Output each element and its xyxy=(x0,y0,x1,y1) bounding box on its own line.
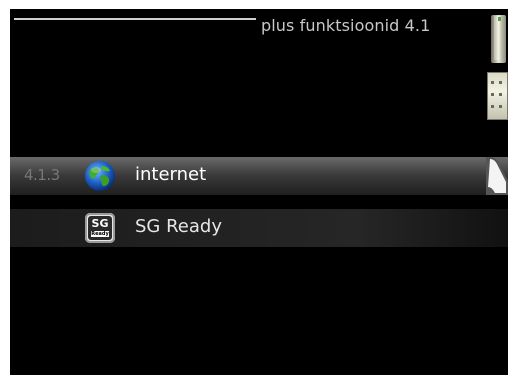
menu-item-internet[interactable]: 4.1.3 internet xyxy=(10,157,508,195)
display-screen: plus funktsioonid 4.1 4.1.3 internet SG … xyxy=(10,9,508,375)
sg-ready-icon-subtext: Ready xyxy=(91,231,109,237)
menu-item-number: 4.1.3 xyxy=(24,166,60,184)
selection-tab-icon xyxy=(486,157,508,195)
globe-icon xyxy=(85,161,115,191)
menu-item-label: internet xyxy=(135,164,207,185)
header-divider xyxy=(14,18,256,20)
page-title: plus funktsioonid 4.1 xyxy=(261,16,431,35)
sg-ready-icon-text: SG xyxy=(91,217,109,230)
page-navigator-icon xyxy=(487,72,508,120)
scroll-position-marker xyxy=(498,17,501,21)
menu-item-label: SG Ready xyxy=(135,216,222,237)
scrollbar-thumb[interactable] xyxy=(494,16,503,60)
sg-ready-icon: SG Ready xyxy=(85,213,115,243)
menu-item-sg-ready[interactable]: SG Ready SG Ready xyxy=(10,209,508,247)
